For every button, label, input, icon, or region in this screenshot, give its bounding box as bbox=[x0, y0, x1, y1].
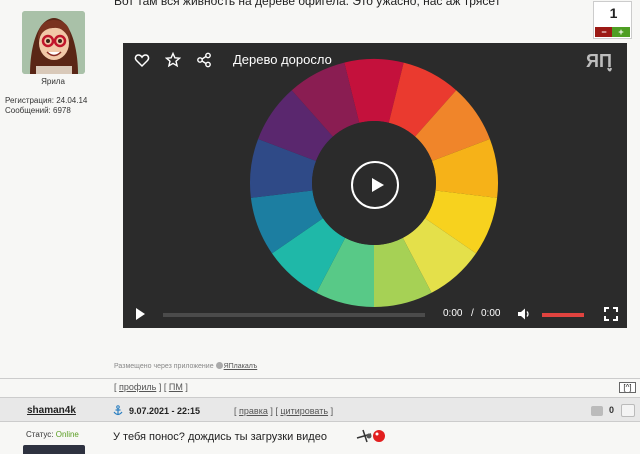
profile-link[interactable]: профиль bbox=[119, 382, 156, 392]
report-button[interactable] bbox=[621, 404, 635, 417]
anchor-icon[interactable] bbox=[113, 405, 123, 416]
fullscreen-icon[interactable] bbox=[604, 307, 618, 321]
pm-link[interactable]: ПМ bbox=[169, 382, 183, 392]
scroll-top-button[interactable]: [^] bbox=[619, 382, 636, 393]
post-text: У тебя понос? дождись ты загрузки видео bbox=[113, 431, 327, 443]
vote-plus-button[interactable]: + bbox=[612, 27, 630, 37]
post-header: shaman4k 9.07.2021 - 22:15 [ правка ] [ … bbox=[0, 397, 640, 422]
play-button[interactable] bbox=[135, 308, 147, 320]
svg-text:ЯП: ЯП bbox=[586, 51, 612, 71]
bracket-sep: ] [ bbox=[270, 406, 278, 416]
username[interactable]: shaman4k bbox=[27, 405, 76, 416]
rating-icon[interactable] bbox=[591, 406, 603, 416]
avatar[interactable] bbox=[23, 445, 85, 454]
vote-widget: 1 − + bbox=[593, 1, 632, 39]
status-online: Online bbox=[55, 430, 79, 439]
big-play-button[interactable] bbox=[351, 161, 399, 209]
post-footer: [ профиль ] [ ПМ ] [^] bbox=[0, 378, 640, 395]
post-date: 9.07.2021 - 22:15 bbox=[129, 406, 201, 416]
status-label: Статус: bbox=[26, 430, 54, 439]
heart-icon[interactable] bbox=[134, 52, 150, 68]
volume-level bbox=[542, 313, 584, 317]
bracket-close: ] bbox=[330, 406, 334, 416]
message-count: Сообщений: 6978 bbox=[5, 106, 71, 115]
progress-bar[interactable] bbox=[163, 313, 425, 317]
smiley-icon bbox=[356, 429, 385, 443]
vote-minus-button[interactable]: − bbox=[595, 27, 613, 37]
edit-link[interactable]: правка bbox=[239, 406, 268, 416]
video-title: Дерево доросло bbox=[233, 52, 332, 67]
registration-date: Регистрация: 24.04.14 bbox=[5, 96, 88, 105]
posted-via: Размещено через приложение ЯПлакалъ bbox=[114, 362, 257, 370]
user-status: Статус: Online bbox=[26, 430, 79, 439]
bracket-sep: ] [ bbox=[158, 382, 167, 392]
time-total: 0:00 bbox=[481, 308, 501, 319]
time-separator: / bbox=[471, 308, 474, 319]
video-player[interactable]: Дерево доросло ЯП 0:00 / 0:00 bbox=[123, 43, 627, 328]
vote-count: 1 bbox=[609, 5, 618, 21]
author-meta: Регистрация: 24.04.14 Сообщений: 6978 bbox=[5, 96, 87, 116]
time-current: 0:00 bbox=[443, 308, 463, 319]
control-bar: 0:00 / 0:00 bbox=[123, 300, 627, 328]
rating-count: 0 bbox=[609, 405, 615, 415]
post-text: Вот там вся живность на дереве офигела. … bbox=[114, 0, 501, 8]
star-icon[interactable] bbox=[165, 52, 181, 68]
app-icon bbox=[215, 362, 223, 369]
author-name[interactable]: Ярила bbox=[0, 77, 106, 86]
avatar[interactable] bbox=[22, 11, 85, 74]
share-icon[interactable] bbox=[196, 52, 212, 68]
bracket-close: ] bbox=[185, 382, 188, 392]
yaplakal-logo: ЯП bbox=[586, 51, 612, 72]
bracket-open: [ bbox=[234, 406, 237, 416]
author-column: Ярила Регистрация: 24.04.14 Сообщений: 6… bbox=[0, 0, 106, 378]
posted-via-text: Размещено через приложение bbox=[114, 363, 214, 370]
volume-slider[interactable] bbox=[542, 313, 584, 317]
volume-icon[interactable] bbox=[517, 307, 531, 321]
app-link[interactable]: ЯПлакалъ bbox=[224, 363, 258, 370]
bracket-open: [ bbox=[114, 382, 117, 392]
quote-link[interactable]: цитировать bbox=[280, 406, 328, 416]
